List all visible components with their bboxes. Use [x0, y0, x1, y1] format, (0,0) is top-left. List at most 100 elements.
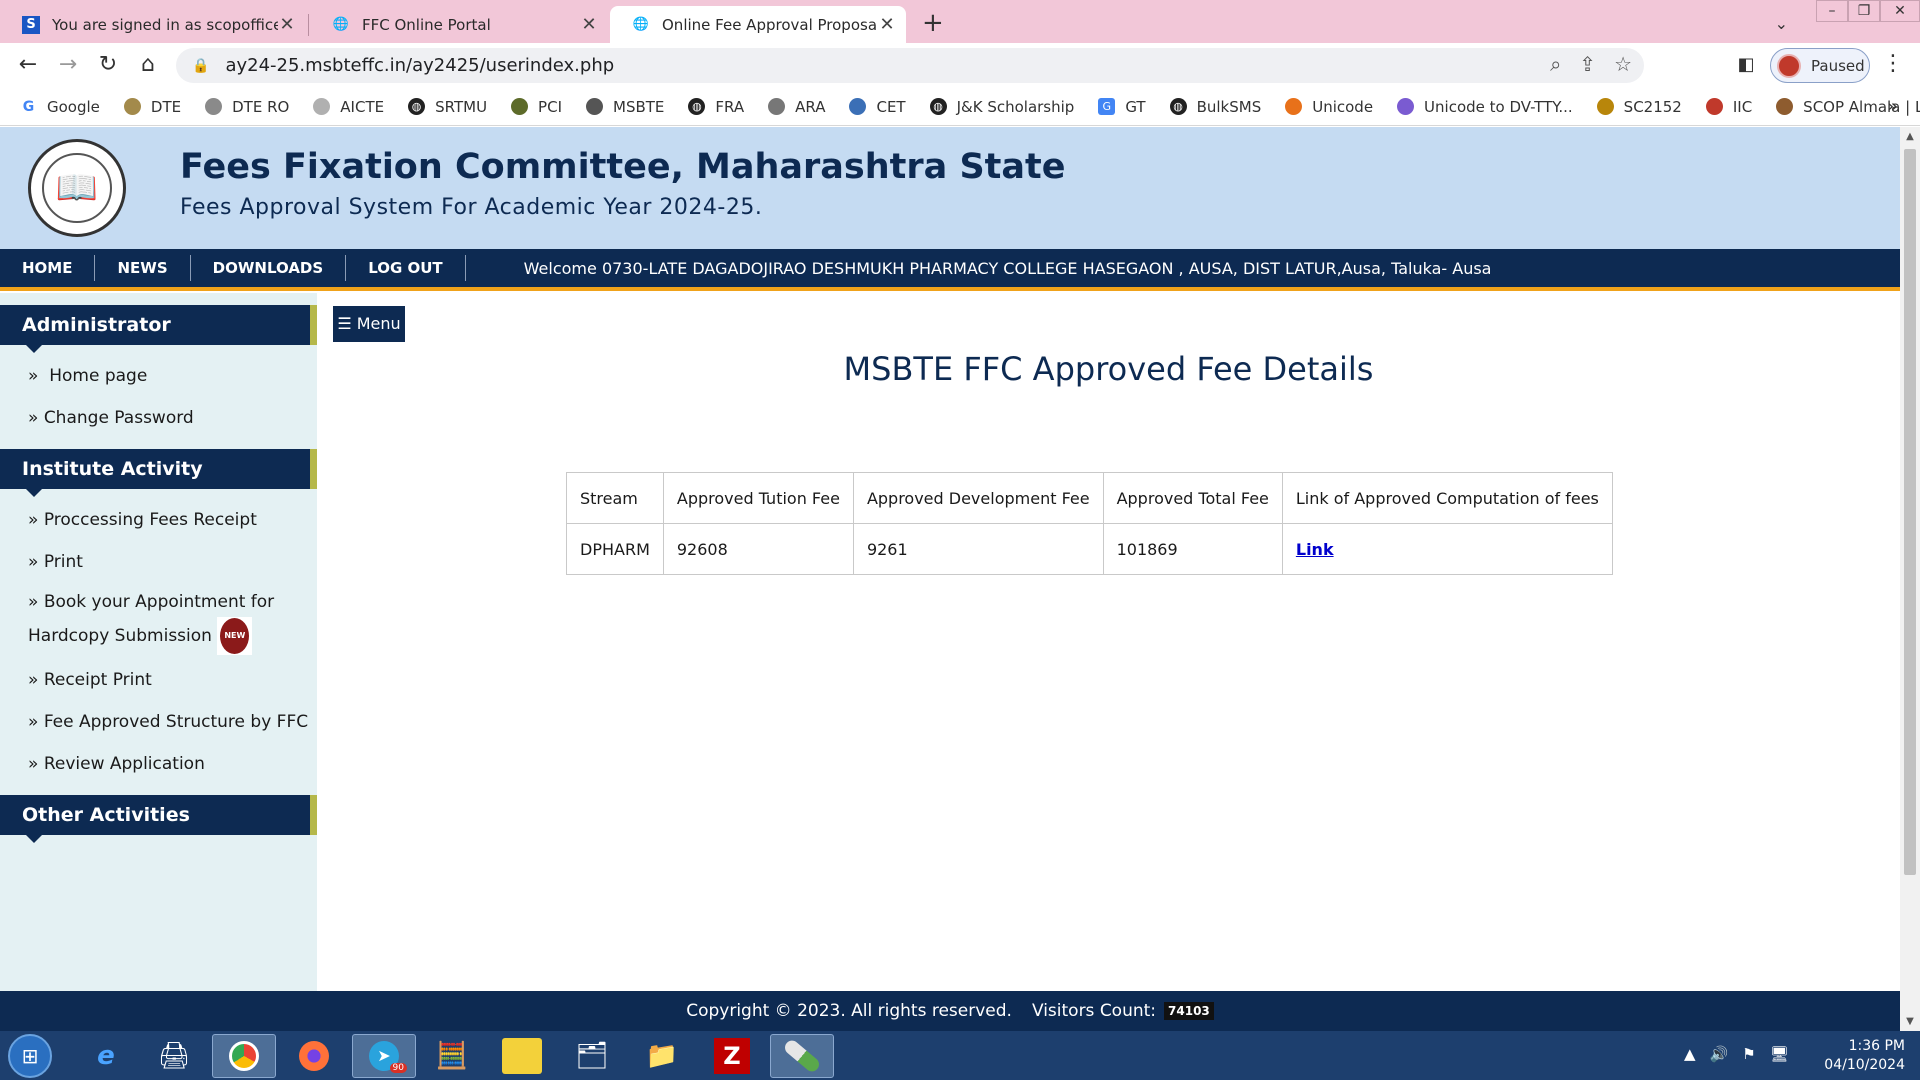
profile-label: Paused	[1811, 56, 1865, 75]
tab-close-icon[interactable]: ✕	[878, 14, 896, 35]
sidebar-item-book-appointment[interactable]: » Book your Appointment for Hardcopy Sub…	[0, 583, 290, 659]
scop-logo-icon	[1776, 98, 1794, 115]
bullet: »	[28, 670, 39, 690]
cell-tution-fee: 92608	[662, 523, 854, 575]
capsule-app-icon[interactable]	[770, 1034, 834, 1078]
side-panel-icon[interactable]: ◧	[1732, 51, 1760, 79]
bookmark-label: MSBTE	[613, 97, 665, 116]
bookmark-unicode[interactable]: Unicode	[1285, 98, 1373, 116]
internet-explorer-icon[interactable]: e	[74, 1034, 138, 1078]
page-scrollbar[interactable]: ▲ ▼	[1900, 127, 1920, 1031]
browser-tab-fee-approval[interactable]: 🌐 Online Fee Approval Proposal Po ✕	[610, 6, 906, 43]
minimize-icon[interactable]: –	[1816, 0, 1848, 22]
bookmark-dte-ro[interactable]: DTE RO	[205, 98, 289, 116]
address-url[interactable]: ay24-25.msbteffc.in/ay2425/userindex.php	[225, 55, 614, 76]
reload-icon[interactable]: ↻	[94, 51, 122, 79]
sidebar-heading-other-activities: Other Activities	[0, 795, 317, 843]
tab-close-icon[interactable]: ✕	[278, 14, 296, 35]
bookmark-msbte[interactable]: MSBTE	[586, 98, 664, 116]
pci-logo-icon	[511, 98, 529, 115]
file-explorer-icon[interactable]: 📁	[630, 1034, 694, 1078]
bookmark-star-icon[interactable]: ☆	[1614, 52, 1632, 76]
firefox-icon[interactable]	[282, 1034, 346, 1078]
nav-logout[interactable]: LOG OUT	[346, 255, 466, 281]
network-error-icon[interactable]: ⚑	[1742, 1045, 1755, 1063]
sidebar-item-change-password[interactable]: » Change Password	[0, 397, 317, 439]
bullet: »	[28, 754, 39, 774]
bullet: »	[28, 552, 39, 572]
calculator-icon[interactable]: 🧮	[420, 1034, 484, 1078]
bookmark-sc2152[interactable]: SC2152	[1596, 98, 1682, 116]
lock-icon[interactable]: 🔒	[192, 58, 209, 74]
close-window-icon[interactable]: ✕	[1880, 0, 1920, 22]
bookmark-unicode-dv[interactable]: Unicode to DV-TTY...	[1397, 98, 1573, 116]
cist-ism-icon[interactable]	[490, 1034, 554, 1078]
restore-icon[interactable]: ❐	[1848, 0, 1880, 22]
bookmark-scop-almala[interactable]: SCOP Almala | Login	[1776, 98, 1920, 116]
menu-toggle-button[interactable]: ☰ Menu	[333, 306, 405, 342]
browser-toolbar: ← → ↻ ⌂ 🔒 ay24-25.msbteffc.in/ay2425/use…	[0, 43, 1920, 88]
sidebar-item-label: Print	[43, 552, 83, 572]
chrome-icon[interactable]	[212, 1034, 276, 1078]
forward-arrow-icon[interactable]: →	[54, 51, 82, 79]
bookmark-gt[interactable]: G GT	[1098, 98, 1146, 116]
browser-tab-ffc-portal[interactable]: 🌐 FFC Online Portal ✕	[310, 6, 608, 43]
cell-total-fee: 101869	[1102, 523, 1283, 575]
sidebar-item-review-application[interactable]: » Review Application	[0, 743, 317, 785]
browser-menu-icon[interactable]: ⋮	[1882, 51, 1904, 76]
new-tab-plus-icon[interactable]: +	[922, 8, 944, 38]
share-icon[interactable]: ⇪	[1579, 52, 1596, 76]
tab-search-chevron-icon[interactable]: ⌄	[1775, 14, 1788, 33]
sidebar-item-print[interactable]: » Print	[0, 541, 317, 583]
address-bar[interactable]: 🔒 ay24-25.msbteffc.in/ay2425/userindex.p…	[176, 48, 1644, 83]
tab-close-icon[interactable]: ✕	[580, 14, 598, 35]
scrollbar-thumb[interactable]	[1904, 149, 1916, 875]
clock-date: 04/10/2024	[1824, 1057, 1905, 1073]
windows-start-icon[interactable]: ⊞	[8, 1034, 52, 1078]
sidebar-item-processing-fees-receipt[interactable]: » Proccessing Fees Receipt	[0, 499, 317, 541]
home-icon[interactable]: ⌂	[134, 51, 162, 79]
sidebar-item-label: Change Password	[43, 408, 194, 428]
emblem-icon	[1596, 98, 1614, 115]
profile-button[interactable]: Paused	[1770, 48, 1870, 83]
bookmark-cet[interactable]: CET	[849, 98, 906, 116]
bookmark-fra[interactable]: ◍ FRA	[688, 98, 744, 116]
nav-news[interactable]: NEWS	[95, 255, 191, 281]
bookmark-pci[interactable]: PCI	[511, 98, 562, 116]
bookmark-ara[interactable]: ARA	[768, 98, 825, 116]
sidebar-item-fee-approved-structure[interactable]: » Fee Approved Structure by FFC	[0, 701, 317, 743]
bookmark-bulksms[interactable]: ◍ BulkSMS	[1169, 98, 1261, 116]
column-header-total-fee: Approved Total Fee	[1102, 472, 1283, 524]
bookmark-google[interactable]: G Google	[20, 98, 100, 116]
emblem-icon	[123, 98, 141, 115]
bookmark-iic[interactable]: IIC	[1705, 98, 1752, 116]
system-clock[interactable]: 1:36 PM 04/10/2024	[1795, 1037, 1905, 1075]
sidebar-item-receipt-print[interactable]: » Receipt Print	[0, 659, 317, 701]
bookmark-aicte[interactable]: AICTE	[313, 98, 384, 116]
sidebar-item-label: Home page	[49, 366, 148, 386]
back-arrow-icon[interactable]: ←	[14, 51, 42, 79]
bookmark-label: AICTE	[340, 97, 385, 116]
column-header-stream: Stream	[566, 472, 664, 524]
computation-link[interactable]: Link	[1296, 540, 1334, 559]
nav-home[interactable]: HOME	[0, 255, 96, 281]
bookmarks-overflow-icon[interactable]: »	[1887, 96, 1898, 117]
filezilla-icon[interactable]: Z	[700, 1034, 764, 1078]
browser-tab-signed-in[interactable]: S You are signed in as scopoffice ✕	[0, 6, 306, 43]
zoom-icon[interactable]: ⌕	[1550, 52, 1561, 76]
scroll-up-icon[interactable]: ▲	[1900, 131, 1920, 142]
tray-expand-icon[interactable]: ▲	[1684, 1045, 1696, 1063]
bookmark-label: FRA	[715, 97, 745, 116]
telegram-icon[interactable]: ➤ 90	[352, 1034, 416, 1078]
bookmark-srtmu[interactable]: ◍ SRTMU	[408, 98, 487, 116]
os-taskbar: ⊞ e 🖨 ➤ 90 🧮 🗂 📁 Z ▲ 🔊 ⚑ 🖥 1:36 PM 04/10/…	[0, 1031, 1920, 1080]
sidebar-item-home-page[interactable]: » Home page	[0, 355, 317, 397]
control-panel-icon[interactable]: 🗂	[560, 1034, 624, 1078]
bookmark-dte[interactable]: DTE	[123, 98, 181, 116]
volume-icon[interactable]: 🔊	[1710, 1045, 1729, 1063]
scroll-down-icon[interactable]: ▼	[1900, 1016, 1920, 1027]
nav-downloads[interactable]: DOWNLOADS	[191, 255, 347, 281]
printer-app-icon[interactable]: 🖨	[142, 1034, 206, 1078]
display-icon[interactable]: 🖥	[1770, 1045, 1789, 1063]
bookmark-jk-scholarship[interactable]: ◍ J&K Scholarship	[929, 98, 1074, 116]
